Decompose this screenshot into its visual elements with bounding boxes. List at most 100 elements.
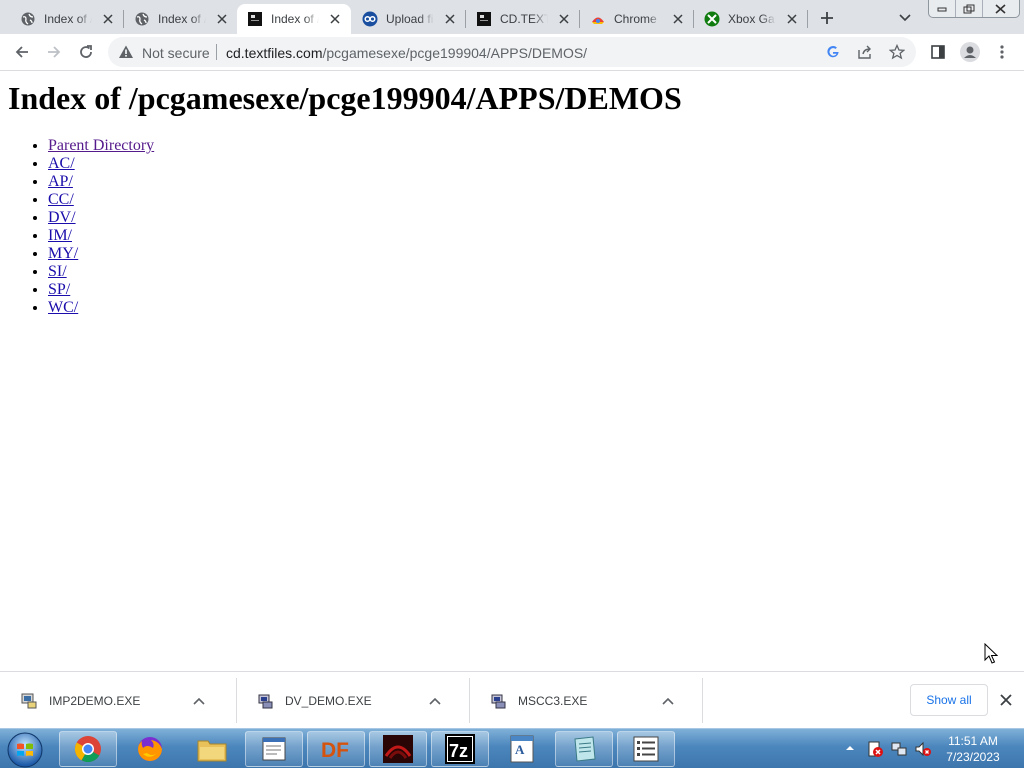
parent-directory-link[interactable]: Parent Directory <box>48 137 154 154</box>
reload-button[interactable] <box>74 40 98 64</box>
close-icon[interactable] <box>784 11 800 27</box>
taskbar-file-explorer[interactable] <box>183 731 241 767</box>
svg-text:DF: DF <box>321 739 349 762</box>
back-button[interactable] <box>10 40 34 64</box>
back-arrow-icon <box>15 46 28 58</box>
download-item[interactable]: MSCC3.EXE <box>469 680 702 721</box>
start-button[interactable] <box>6 731 44 768</box>
url-host: cd.textfiles.com <box>226 45 323 61</box>
taskbar-firefox[interactable] <box>121 731 179 767</box>
download-item[interactable]: IMP2DEMO.EXE <box>0 680 236 721</box>
close-shelf-button[interactable] <box>997 691 1015 709</box>
tab-index-2[interactable]: Index of /pcgamesexe <box>124 4 236 34</box>
directory-link-ac[interactable]: AC/ <box>48 155 75 172</box>
show-all-button[interactable]: Show all <box>910 684 988 716</box>
action-center-icon[interactable] <box>866 740 884 758</box>
download-item[interactable]: DV_DEMO.EXE <box>236 680 469 721</box>
share-icon[interactable] <box>856 43 874 61</box>
security-label[interactable]: Not secure <box>142 45 210 61</box>
minimize-button[interactable] <box>929 0 956 17</box>
tab-title: Index of /pcgamesexe <box>158 12 206 26</box>
list-item: WC/ <box>48 299 154 317</box>
directory-link-im[interactable]: IM/ <box>48 227 72 244</box>
volume-muted-icon[interactable] <box>914 740 932 758</box>
bookmark-star-icon[interactable] <box>888 43 906 61</box>
svg-text:7z: 7z <box>449 741 468 761</box>
xbox-icon <box>704 11 720 27</box>
close-icon[interactable] <box>100 11 116 27</box>
directory-link-si[interactable]: SI/ <box>48 263 67 280</box>
tab-chrome[interactable]: Chrome <box>580 4 692 34</box>
taskbar-chrome[interactable] <box>59 731 117 767</box>
list-item: IM/ <box>48 227 154 245</box>
warning-icon[interactable] <box>118 44 134 60</box>
forward-button[interactable] <box>42 40 66 64</box>
browser-toolbar: Not secure cd.textfiles.com/pcgamesexe/p… <box>0 34 1024 71</box>
taskbar-notepad[interactable] <box>245 731 303 767</box>
download-shelf: IMP2DEMO.EXE DV_DEMO.EXE MSCC3.EXE Show … <box>0 671 1024 728</box>
upload-icon <box>362 11 378 27</box>
wordpad-icon: A <box>510 735 534 763</box>
new-tab-button[interactable] <box>816 7 838 29</box>
tab-title: Xbox Game <box>728 12 776 26</box>
tab-cd-textfiles[interactable]: CD.TEXTFILES <box>466 4 578 34</box>
chevron-up-icon[interactable] <box>660 693 676 709</box>
taskbar-wordpad[interactable]: A <box>493 731 551 767</box>
chevron-up-icon[interactable] <box>427 693 443 709</box>
directory-link-my[interactable]: MY/ <box>48 245 78 262</box>
url-text[interactable]: cd.textfiles.com/pcgamesexe/pcge199904/A… <box>226 45 587 61</box>
page-content: Index of /pcgamesexe/pcge199904/APPS/DEM… <box>0 72 1024 671</box>
close-icon[interactable] <box>556 11 572 27</box>
side-panel-button[interactable] <box>926 40 950 64</box>
directory-link-ap[interactable]: AP/ <box>48 173 73 190</box>
windows-taskbar: DF 7z A 11:51 AM 7/23/2023 <box>0 728 1024 768</box>
folder-icon <box>197 740 227 762</box>
forward-arrow-icon <box>48 46 61 58</box>
tab-upload[interactable]: Upload files <box>352 4 464 34</box>
tab-search-button[interactable] <box>895 8 915 28</box>
chevron-down-icon <box>899 14 911 22</box>
omnibox-separator <box>216 44 217 60</box>
taskbar-notepad-alt[interactable] <box>555 731 613 767</box>
tab-index-active[interactable]: Index of /pcgamesexe <box>237 4 351 34</box>
tab-title: Upload files <box>386 12 434 26</box>
directory-link-dv[interactable]: DV/ <box>48 209 76 226</box>
address-bar[interactable]: Not secure cd.textfiles.com/pcgamesexe/p… <box>108 37 916 67</box>
df-icon: DF <box>321 739 349 762</box>
chrome-icon <box>74 736 101 763</box>
network-icon[interactable] <box>890 740 908 758</box>
tray-expand-icon[interactable] <box>845 743 855 753</box>
close-icon[interactable] <box>327 11 343 27</box>
download-separator <box>702 678 703 723</box>
tab-strip: Index of /pcgamesexe Index of /pcgamesex… <box>0 0 1024 34</box>
chevron-up-icon[interactable] <box>191 693 207 709</box>
list-item: Parent Directory <box>48 137 154 155</box>
globe-icon <box>134 11 150 27</box>
taskbar-list-app[interactable] <box>617 731 675 767</box>
directory-link-wc[interactable]: WC/ <box>48 299 78 316</box>
close-icon[interactable] <box>442 11 458 27</box>
google-lens-icon[interactable] <box>824 43 842 61</box>
tab-index-1[interactable]: Index of /pcgamesexe <box>10 4 122 34</box>
close-window-button[interactable] <box>983 0 1019 17</box>
menu-button[interactable] <box>990 40 1014 64</box>
installer-icon <box>21 693 37 708</box>
close-icon[interactable] <box>214 11 230 27</box>
close-icon[interactable] <box>670 11 686 27</box>
restore-button[interactable] <box>956 0 983 17</box>
kebab-menu-icon <box>1000 45 1004 59</box>
minimize-icon <box>937 7 947 11</box>
profile-button[interactable] <box>958 40 982 64</box>
taskbar-df[interactable]: DF <box>307 731 365 767</box>
directory-link-sp[interactable]: SP/ <box>48 281 70 298</box>
taskbar-7zip[interactable]: 7z <box>431 731 489 767</box>
taskbar-game[interactable] <box>369 731 427 767</box>
tab-xbox[interactable]: Xbox Game <box>694 4 806 34</box>
list-item: SP/ <box>48 281 154 299</box>
list-item: MY/ <box>48 245 154 263</box>
download-filename: MSCC3.EXE <box>518 693 588 708</box>
profile-avatar-icon <box>960 42 980 62</box>
directory-link-cc[interactable]: CC/ <box>48 191 74 208</box>
game-icon <box>383 735 413 763</box>
taskbar-clock[interactable]: 11:51 AM 7/23/2023 <box>938 733 1008 765</box>
